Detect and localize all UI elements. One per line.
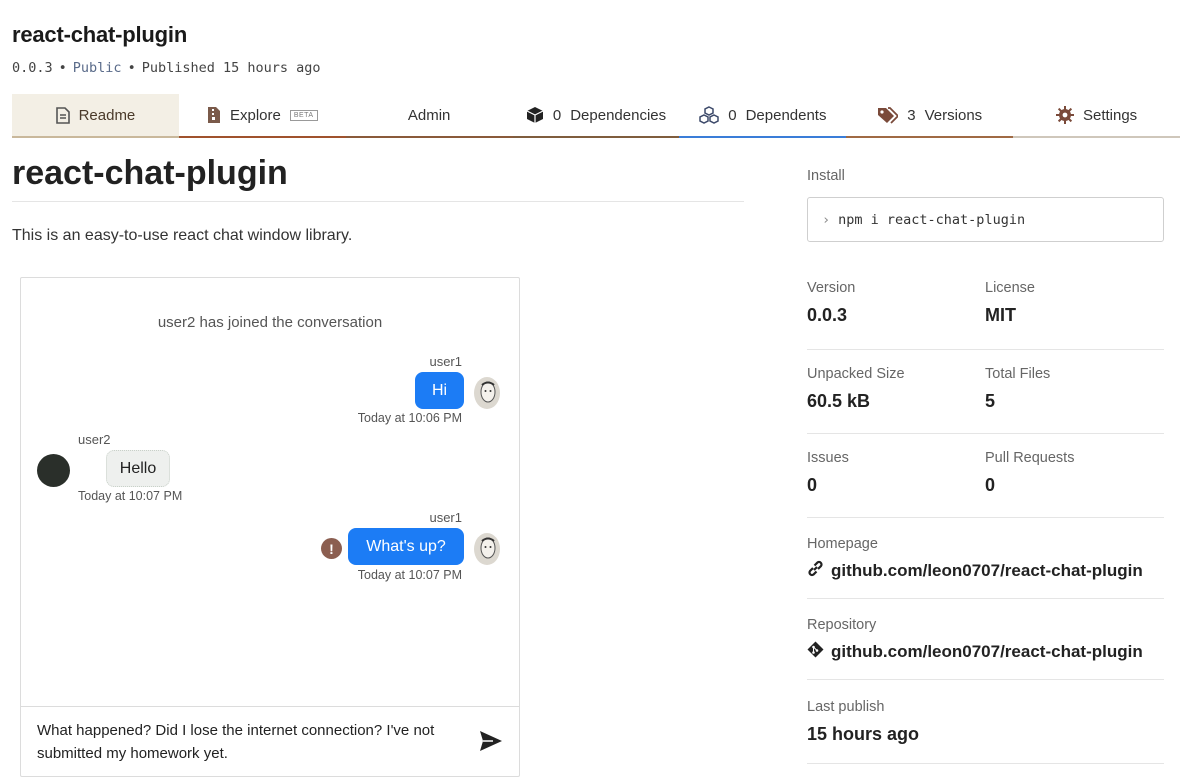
tab-readme[interactable]: Readme <box>12 94 179 138</box>
tab-dependencies-label: Dependencies <box>570 106 667 124</box>
tab-dependents-label: Dependents <box>745 106 827 124</box>
tab-admin-label: Admin <box>407 106 451 124</box>
repository-label: Repository <box>807 617 877 633</box>
user1-avatar <box>473 376 501 410</box>
message-bubble: What's up? <box>348 528 464 565</box>
tab-versions[interactable]: 3 Versions <box>846 94 1014 138</box>
tab-dependencies[interactable]: 0 Dependencies <box>512 94 680 138</box>
message-bubble: Hi <box>415 372 464 409</box>
send-icon <box>480 731 502 751</box>
system-message: user2 has joined the conversation <box>157 314 383 331</box>
package-meta: 0.0.3 • Public • Published 15 hours ago <box>12 60 321 76</box>
message-timestamp: Today at 10:06 PM <box>357 411 462 425</box>
tab-readme-label: Readme <box>78 106 136 124</box>
message-username: user2 <box>78 432 111 447</box>
homepage-link[interactable]: github.com/leon0707/react-chat-plugin <box>807 560 1164 582</box>
package-version: 0.0.3 <box>12 60 53 76</box>
tab-admin[interactable]: Admin <box>345 94 513 138</box>
install-command: npm i react-chat-plugin <box>838 211 1026 228</box>
chat-input-area: What happened? Did I lose the internet c… <box>21 706 519 776</box>
link-icon <box>807 560 824 582</box>
send-button[interactable] <box>479 730 503 752</box>
homepage-row: Homepage github.com/leon0707/react-chat-… <box>807 518 1164 599</box>
user1-avatar <box>473 532 501 566</box>
last-publish-row: Last publish 15 hours ago <box>807 680 1164 764</box>
version-value: 0.0.3 <box>807 305 848 325</box>
message-timestamp: Today at 10:07 PM <box>357 568 462 582</box>
user2-avatar <box>37 454 70 487</box>
install-command-box[interactable]: › npm i react-chat-plugin <box>807 197 1164 242</box>
tab-settings-label: Settings <box>1082 106 1138 124</box>
unpacked-size-label: Unpacked Size <box>807 366 905 382</box>
issues-label: Issues <box>807 450 849 466</box>
gear-icon <box>1055 106 1074 124</box>
total-files-label: Total Files <box>985 366 1051 382</box>
tab-settings[interactable]: Settings <box>1013 94 1181 138</box>
chat-message-input[interactable]: What happened? Did I lose the internet c… <box>37 719 475 765</box>
message-username: user1 <box>429 510 462 525</box>
package-sidebar: Install › npm i react-chat-plugin Versio… <box>807 168 1164 764</box>
visibility-label: Public <box>72 60 122 76</box>
issues-prs-row: Issues 0 Pull Requests 0 <box>807 434 1164 518</box>
message-bubble: Hello <box>106 450 170 487</box>
package-tabs: Readme Explore BETA Admin 0 Dependencies… <box>12 94 1181 138</box>
tab-dependents[interactable]: 0 Dependents <box>679 94 847 138</box>
pull-requests-value[interactable]: 0 <box>985 475 1163 496</box>
message-username: user1 <box>429 354 462 369</box>
license-label: License <box>985 280 1035 296</box>
versions-count: 3 <box>907 106 916 124</box>
homepage-label: Homepage <box>807 536 878 552</box>
tab-explore-label: Explore <box>229 106 281 124</box>
version-label: Version <box>807 280 856 296</box>
dependencies-count: 0 <box>552 106 562 124</box>
repository-url: github.com/leon0707/react-chat-plugin <box>831 642 1143 661</box>
repository-link[interactable]: github.com/leon0707/react-chat-plugin <box>807 641 1164 663</box>
readme-title: react-chat-plugin <box>12 154 744 202</box>
cube-icon <box>526 106 544 124</box>
dependents-count: 0 <box>728 106 737 124</box>
unpacked-size-value: 60.5 kB <box>807 391 871 411</box>
license-value: MIT <box>985 305 1016 325</box>
readme-description: This is an easy-to-use react chat window… <box>12 227 353 244</box>
terminal-prompt-icon: › <box>822 211 831 228</box>
package-name: react-chat-plugin <box>12 22 188 47</box>
tab-versions-label: Versions <box>924 106 983 124</box>
git-icon <box>807 641 824 663</box>
install-label: Install <box>807 168 845 184</box>
issues-value[interactable]: 0 <box>807 475 985 496</box>
cubes-icon <box>699 106 719 124</box>
repository-row: Repository github.com/leon0707/react-cha… <box>807 599 1164 680</box>
tags-icon <box>877 106 899 124</box>
last-publish-value: 15 hours ago <box>807 724 920 744</box>
chat-window: user2 has joined the conversation user1 … <box>20 277 520 777</box>
homepage-url: github.com/leon0707/react-chat-plugin <box>831 561 1143 580</box>
file-archive-icon <box>207 106 221 124</box>
size-files-row: Unpacked Size 60.5 kB Total Files 5 <box>807 350 1164 434</box>
error-icon[interactable]: ! <box>321 538 342 559</box>
document-icon <box>55 106 70 124</box>
version-license-row: Version 0.0.3 License MIT <box>807 266 1164 350</box>
message-timestamp: Today at 10:07 PM <box>78 489 183 503</box>
last-publish-label: Last publish <box>807 699 885 715</box>
total-files-value: 5 <box>985 391 996 411</box>
beta-badge: BETA <box>289 109 318 121</box>
published-label: Published 15 hours ago <box>141 60 321 76</box>
tab-explore[interactable]: Explore BETA <box>178 94 346 138</box>
package-header: react-chat-plugin 0.0.3 • Public • Published… <box>12 22 321 76</box>
pull-requests-label: Pull Requests <box>985 450 1075 466</box>
